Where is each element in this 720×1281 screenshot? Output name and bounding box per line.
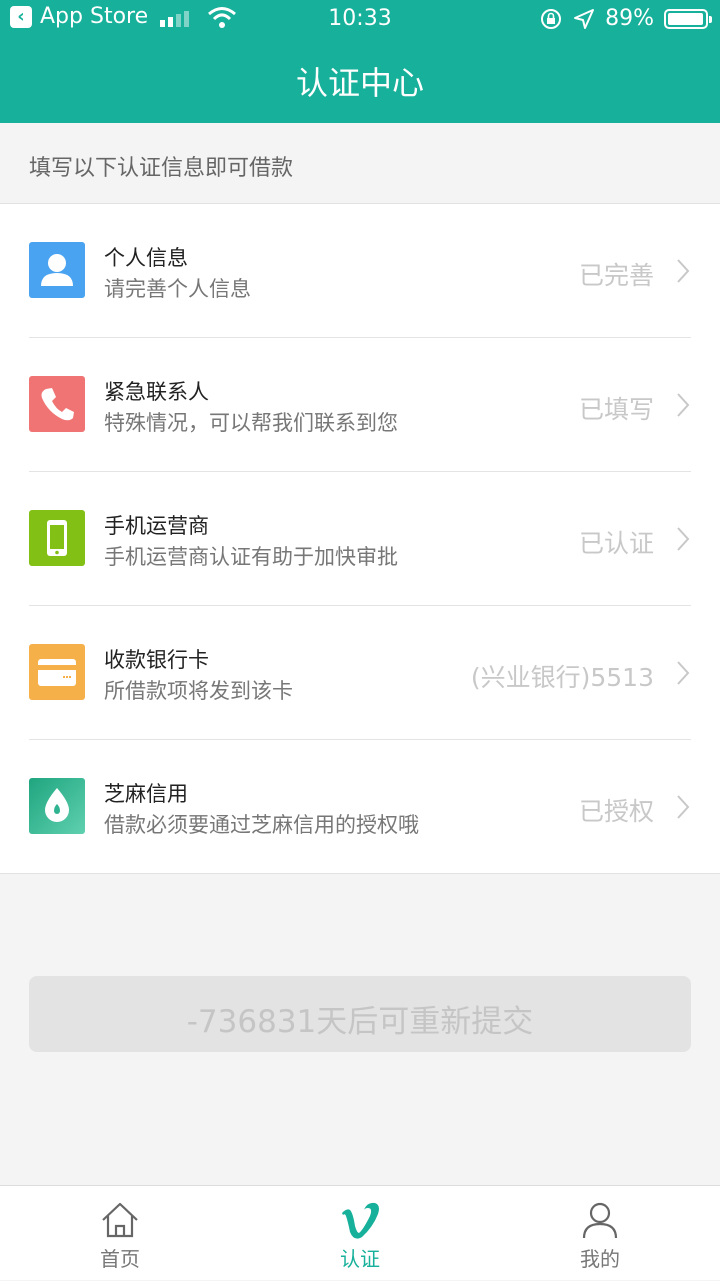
item-status: (兴业银行)5513 bbox=[470, 663, 654, 692]
app-header: ‹ App Store 10:33 89% 认证中心 bbox=[0, 0, 720, 123]
item-title: 收款银行卡 bbox=[104, 648, 209, 672]
item-subtitle: 所借款项将发到该卡 bbox=[104, 679, 293, 703]
tab-home[interactable]: 首页 bbox=[0, 1186, 240, 1281]
sesame-icon bbox=[29, 778, 85, 834]
resubmit-label: -736831天后可重新提交 bbox=[186, 1004, 534, 1040]
chevron-right-icon bbox=[677, 259, 690, 283]
item-title: 紧急联系人 bbox=[104, 380, 209, 404]
item-subtitle: 手机运营商认证有助于加快审批 bbox=[104, 545, 398, 569]
tab-label: 认证 bbox=[340, 1247, 380, 1271]
item-status: 已完善 bbox=[578, 261, 654, 290]
item-status: 已认证 bbox=[578, 529, 654, 558]
status-bar: ‹ App Store 10:33 89% bbox=[0, 0, 720, 40]
item-subtitle: 特殊情况，可以帮我们联系到您 bbox=[104, 411, 398, 435]
tab-label: 首页 bbox=[100, 1247, 140, 1271]
tab-label: 我的 bbox=[580, 1247, 620, 1271]
resubmit-button[interactable]: -736831天后可重新提交 bbox=[29, 976, 691, 1052]
item-subtitle: 借款必须要通过芝麻信用的授权哦 bbox=[104, 813, 419, 837]
item-status: 已填写 bbox=[578, 395, 654, 424]
phone-icon bbox=[29, 376, 85, 432]
tab-bar: 首页 认证 我的 bbox=[0, 1185, 720, 1280]
tab-verify[interactable]: 认证 bbox=[240, 1186, 480, 1281]
item-title: 芝麻信用 bbox=[104, 782, 188, 806]
page-title: 认证中心 bbox=[295, 64, 424, 102]
mobile-icon bbox=[29, 510, 85, 566]
item-subtitle: 请完善个人信息 bbox=[104, 277, 251, 301]
user-icon bbox=[582, 1202, 618, 1239]
location-arrow-icon bbox=[574, 8, 595, 29]
chevron-right-icon bbox=[677, 527, 690, 551]
list-item-emergency-contact[interactable]: 紧急联系人 特殊情况，可以帮我们联系到您 已填写 bbox=[0, 338, 720, 472]
instruction-text: 填写以下认证信息即可借款 bbox=[29, 156, 294, 181]
chevron-right-icon bbox=[677, 661, 690, 685]
instruction-banner: 填写以下认证信息即可借款 bbox=[0, 123, 720, 204]
list-item-sesame-credit[interactable]: 芝麻信用 借款必须要通过芝麻信用的授权哦 已授权 bbox=[0, 740, 720, 874]
battery-icon bbox=[664, 8, 712, 29]
rotation-lock-icon bbox=[541, 8, 562, 29]
home-icon bbox=[102, 1202, 138, 1238]
item-title: 个人信息 bbox=[104, 246, 188, 270]
list-item-personal-info[interactable]: 个人信息 请完善个人信息 已完善 bbox=[0, 204, 720, 338]
person-icon bbox=[29, 242, 85, 298]
battery-percent: 89% bbox=[605, 6, 654, 31]
vimeo-v-icon bbox=[342, 1202, 379, 1239]
chevron-right-icon bbox=[677, 795, 690, 819]
bank-card-icon bbox=[29, 644, 85, 700]
tab-mine[interactable]: 我的 bbox=[480, 1186, 720, 1281]
item-status: 已授权 bbox=[578, 797, 654, 826]
chevron-right-icon bbox=[677, 393, 690, 417]
status-right: 89% bbox=[539, 6, 712, 31]
list-item-bank-card[interactable]: 收款银行卡 所借款项将发到该卡 (兴业银行)5513 bbox=[0, 606, 720, 740]
verification-list: 个人信息 请完善个人信息 已完善 紧急联系人 特殊情况，可以帮我们联系到您 已填… bbox=[0, 204, 720, 874]
list-item-mobile-carrier[interactable]: 手机运营商 手机运营商认证有助于加快审批 已认证 bbox=[0, 472, 720, 606]
item-title: 手机运营商 bbox=[104, 514, 209, 538]
